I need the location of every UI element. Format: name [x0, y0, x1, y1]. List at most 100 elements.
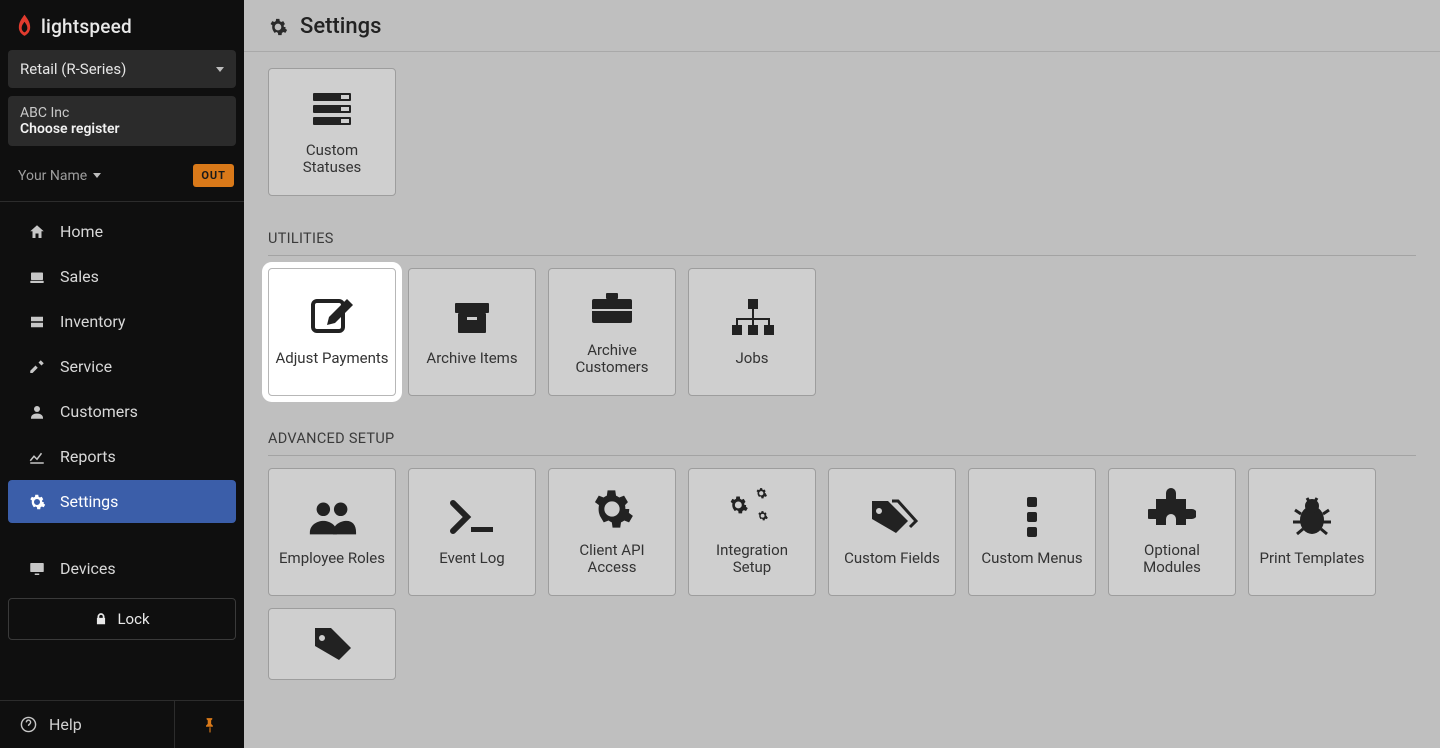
section-divider	[268, 455, 1416, 456]
tile-row-advanced-2	[268, 608, 1416, 680]
lock-button[interactable]: Lock	[8, 598, 236, 640]
tile-label: Integration Setup	[695, 542, 809, 577]
sidebar-item-settings[interactable]: Settings	[8, 480, 236, 523]
gear-icon	[586, 488, 638, 530]
tile-custom-menus[interactable]: Custom Menus	[968, 468, 1096, 596]
tile-integration-setup[interactable]: Integration Setup	[688, 468, 816, 596]
app-root: lightspeed Retail (R-Series) ABC Inc Cho…	[0, 0, 1440, 748]
help-button[interactable]: Help	[0, 701, 174, 748]
sidebar-item-customers[interactable]: Customers	[8, 390, 236, 433]
register-selector[interactable]: ABC Inc Choose register	[8, 96, 236, 146]
flame-icon	[16, 14, 33, 38]
list-icon	[306, 88, 358, 130]
sidebar-item-devices[interactable]: Devices	[8, 547, 236, 590]
edit-icon	[306, 296, 358, 338]
user-name-label: Your Name	[18, 168, 87, 184]
sidebar-item-label: Sales	[60, 267, 99, 286]
brand-logo[interactable]: lightspeed	[0, 0, 244, 50]
product-switcher[interactable]: Retail (R-Series)	[8, 50, 236, 88]
sidebar-item-label: Reports	[60, 447, 116, 466]
tile-label: Custom Statuses	[275, 142, 389, 177]
tile-row-utilities: Adjust Payments Archive Items Archive Cu…	[268, 268, 1416, 396]
clock-status-badge[interactable]: OUT	[193, 164, 234, 187]
help-label: Help	[49, 715, 82, 734]
terminal-icon	[446, 496, 498, 538]
section-divider	[268, 255, 1416, 256]
user-icon	[28, 403, 46, 421]
tile-archive-customers[interactable]: Archive Customers	[548, 268, 676, 396]
tile-custom-fields[interactable]: Custom Fields	[828, 468, 956, 596]
tile-label: Print Templates	[1260, 550, 1365, 567]
sidebar: lightspeed Retail (R-Series) ABC Inc Cho…	[0, 0, 244, 748]
gear-icon	[268, 17, 288, 37]
tile-label: Archive Items	[426, 350, 517, 367]
sidebar-item-service[interactable]: Service	[8, 345, 236, 388]
tile-client-api-access[interactable]: Client API Access	[548, 468, 676, 596]
tile-partial-tag[interactable]	[268, 608, 396, 680]
gear-icon	[28, 493, 46, 511]
users-icon	[306, 496, 358, 538]
home-icon	[28, 223, 46, 241]
sidebar-item-label: Service	[60, 357, 112, 376]
sidebar-item-inventory[interactable]: Inventory	[8, 300, 236, 343]
help-icon	[20, 716, 37, 733]
hammer-icon	[28, 358, 46, 376]
tile-label: Client API Access	[555, 542, 669, 577]
tag-icon	[306, 623, 358, 665]
sidebar-item-label: Devices	[60, 559, 116, 578]
sidebar-item-home[interactable]: Home	[8, 210, 236, 253]
sidebar-item-label: Inventory	[60, 312, 126, 331]
chevron-down-icon	[93, 173, 101, 178]
puzzle-icon	[1146, 488, 1198, 530]
sidebar-footer: Help	[0, 700, 244, 748]
register-org-label: ABC Inc	[20, 105, 224, 121]
user-menu[interactable]: Your Name	[18, 168, 101, 184]
tile-label: Adjust Payments	[275, 350, 388, 367]
register-icon	[28, 268, 46, 286]
page-title: Settings	[300, 14, 381, 39]
tile-custom-statuses[interactable]: Custom Statuses	[268, 68, 396, 196]
tile-row-prior: Custom Statuses	[268, 68, 1416, 196]
tile-event-log[interactable]: Event Log	[408, 468, 536, 596]
pin-icon	[203, 717, 217, 733]
section-title-advanced: ADVANCED SETUP	[268, 430, 1416, 447]
primary-nav: Home Sales Inventory Service	[0, 201, 244, 592]
tile-employee-roles[interactable]: Employee Roles	[268, 468, 396, 596]
sidebar-item-label: Settings	[60, 492, 118, 511]
product-switcher-label: Retail (R-Series)	[20, 60, 126, 78]
tile-jobs[interactable]: Jobs	[688, 268, 816, 396]
tile-label: Employee Roles	[279, 550, 385, 567]
sidebar-item-label: Home	[60, 222, 103, 241]
tile-archive-items[interactable]: Archive Items	[408, 268, 536, 396]
tile-row-advanced: Employee Roles Event Log Client API Acce…	[268, 468, 1416, 596]
section-title-utilities: UTILITIES	[268, 230, 1416, 247]
dots-vertical-icon	[1006, 496, 1058, 538]
monitor-icon	[28, 560, 46, 578]
nav-divider	[0, 525, 244, 545]
tile-adjust-payments[interactable]: Adjust Payments	[268, 268, 396, 396]
sidebar-item-label: Customers	[60, 402, 138, 421]
sitemap-icon	[726, 296, 778, 338]
register-choose-label: Choose register	[20, 121, 224, 137]
tile-label: Custom Fields	[844, 550, 940, 567]
tile-label: Custom Menus	[981, 550, 1082, 567]
tile-optional-modules[interactable]: Optional Modules	[1108, 468, 1236, 596]
gears-icon	[726, 488, 778, 530]
user-row: Your Name OUT	[0, 154, 244, 201]
tile-label: Optional Modules	[1115, 542, 1229, 577]
briefcase-icon	[586, 288, 638, 330]
lock-label: Lock	[117, 610, 149, 628]
chevron-down-icon	[216, 67, 224, 72]
tags-icon	[866, 496, 918, 538]
sidebar-item-sales[interactable]: Sales	[8, 255, 236, 298]
tile-label: Jobs	[736, 350, 769, 367]
pin-button[interactable]	[174, 701, 244, 748]
drawer-icon	[28, 313, 46, 331]
brand-name: lightspeed	[41, 15, 132, 38]
tile-label: Event Log	[439, 550, 504, 567]
bug-icon	[1286, 496, 1338, 538]
tile-label: Archive Customers	[555, 342, 669, 377]
settings-content: Custom Statuses UTILITIES Adjust Payment…	[244, 52, 1440, 720]
tile-print-templates[interactable]: Print Templates	[1248, 468, 1376, 596]
sidebar-item-reports[interactable]: Reports	[8, 435, 236, 478]
